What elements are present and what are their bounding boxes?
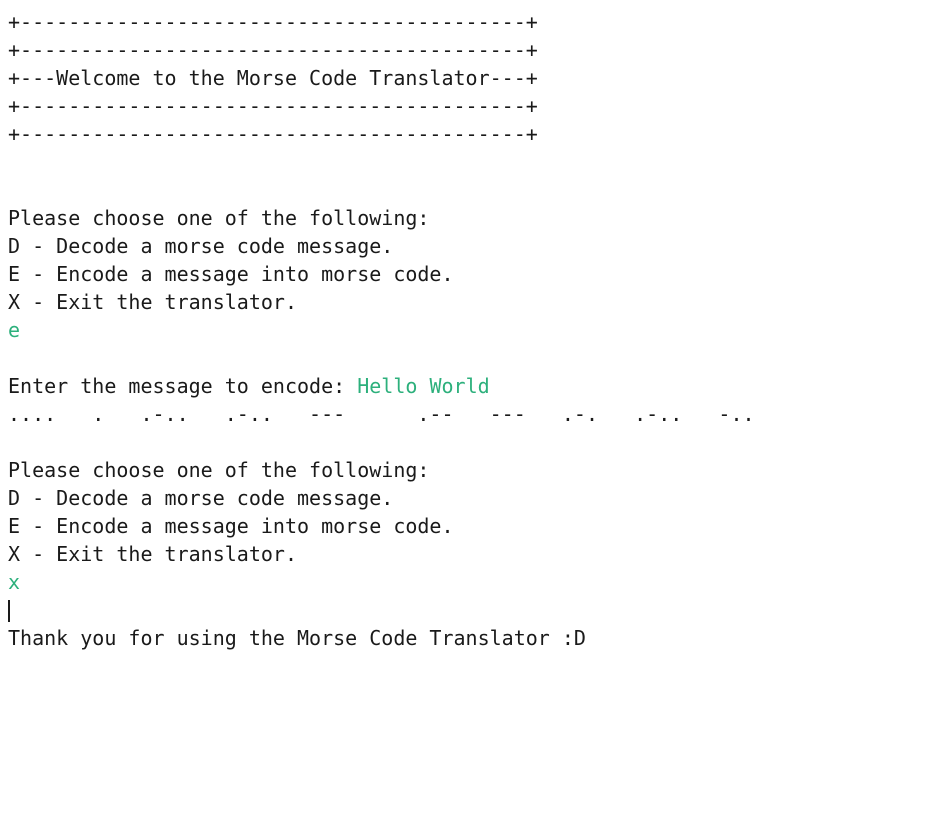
menu-prompt-2: Please choose one of the following: (8, 458, 429, 482)
exit-message: Thank you for using the Morse Code Trans… (8, 626, 586, 650)
user-choice-2[interactable]: x (8, 570, 20, 594)
banner-border-2: +---------------------------------------… (8, 38, 538, 62)
menu-option-d-1: D - Decode a morse code message. (8, 234, 393, 258)
encode-input[interactable]: Hello World (357, 374, 489, 398)
menu-option-e-2: E - Encode a message into morse code. (8, 514, 454, 538)
encode-prompt: Enter the message to encode: (8, 374, 357, 398)
banner-border-3: +---------------------------------------… (8, 94, 538, 118)
banner-border-1: +---------------------------------------… (8, 10, 538, 34)
terminal-cursor (8, 600, 10, 622)
menu-option-x-2: X - Exit the translator. (8, 542, 297, 566)
banner-title: +---Welcome to the Morse Code Translator… (8, 66, 538, 90)
morse-output: .... . .-.. .-.. --- .-- --- .-. .-.. -.… (8, 402, 755, 426)
user-choice-1[interactable]: e (8, 318, 20, 342)
menu-prompt-1: Please choose one of the following: (8, 206, 429, 230)
menu-option-e-1: E - Encode a message into morse code. (8, 262, 454, 286)
banner-border-4: +---------------------------------------… (8, 122, 538, 146)
menu-option-x-1: X - Exit the translator. (8, 290, 297, 314)
menu-option-d-2: D - Decode a morse code message. (8, 486, 393, 510)
